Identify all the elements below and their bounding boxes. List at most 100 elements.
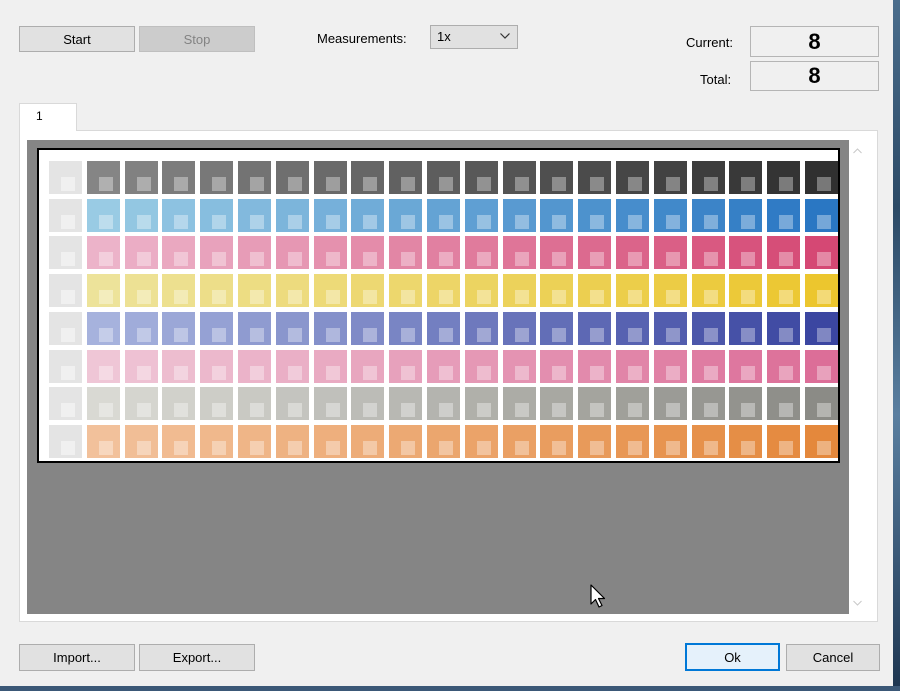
patch-sample <box>704 328 718 342</box>
color-patch <box>616 387 649 420</box>
color-patch <box>805 274 838 307</box>
cancel-button[interactable]: Cancel <box>786 644 880 671</box>
patch-sample <box>515 441 529 455</box>
color-patch <box>654 387 687 420</box>
color-patch <box>200 387 233 420</box>
color-patch <box>87 161 120 194</box>
patch-sample <box>439 328 453 342</box>
color-patch <box>162 161 195 194</box>
color-patch <box>200 161 233 194</box>
patch-sample <box>817 366 831 380</box>
measurements-value: 1x <box>437 29 451 44</box>
patch-sample <box>363 328 377 342</box>
patch-sample <box>401 215 415 229</box>
color-patch <box>351 161 384 194</box>
color-patch <box>805 161 838 194</box>
color-patch <box>200 274 233 307</box>
patch-sample <box>99 403 113 417</box>
patch-sample <box>704 215 718 229</box>
patch-sample <box>212 290 226 304</box>
color-patch <box>692 312 725 345</box>
patch-sample <box>439 215 453 229</box>
patch-sample <box>817 252 831 266</box>
color-patch <box>49 161 82 194</box>
color-patch <box>503 199 536 232</box>
measurements-select[interactable]: 1x <box>430 25 518 49</box>
patch-sample <box>439 403 453 417</box>
patch-sample <box>326 252 340 266</box>
color-patch <box>238 312 271 345</box>
color-patch <box>427 350 460 383</box>
color-patch <box>654 161 687 194</box>
color-patch <box>540 274 573 307</box>
patch-sample <box>326 366 340 380</box>
color-patch <box>578 236 611 269</box>
color-patch <box>238 274 271 307</box>
color-patch <box>465 312 498 345</box>
color-patch <box>276 312 309 345</box>
stop-button[interactable]: Stop <box>139 26 255 52</box>
patch-sample <box>363 441 377 455</box>
patch-sample <box>401 366 415 380</box>
color-patch <box>729 161 762 194</box>
color-patch <box>767 425 800 458</box>
patch-sample <box>99 441 113 455</box>
patch-sample <box>704 252 718 266</box>
patch-sample <box>817 441 831 455</box>
patch-sample <box>515 177 529 191</box>
patch-sample <box>137 290 151 304</box>
patch-sample <box>515 215 529 229</box>
color-patch <box>125 387 158 420</box>
tab-1[interactable]: 1 <box>19 103 77 131</box>
color-patch <box>162 236 195 269</box>
scroll-up-icon[interactable] <box>853 148 862 154</box>
patch-sample <box>401 403 415 417</box>
color-patch <box>125 199 158 232</box>
color-patch <box>503 387 536 420</box>
patch-sample <box>628 177 642 191</box>
color-patch <box>465 161 498 194</box>
patch-sample <box>401 328 415 342</box>
patch-sample <box>288 215 302 229</box>
color-patch <box>654 425 687 458</box>
color-patch <box>276 274 309 307</box>
color-patch <box>540 199 573 232</box>
color-patch <box>351 387 384 420</box>
color-patch <box>540 312 573 345</box>
color-patch <box>540 350 573 383</box>
color-patch <box>351 425 384 458</box>
measurement-dialog: Start Stop Measurements: 1x Current: 8 T… <box>0 0 893 686</box>
color-patch <box>49 425 82 458</box>
scroll-down-icon[interactable] <box>853 600 862 606</box>
color-patch <box>389 425 422 458</box>
start-button[interactable]: Start <box>19 26 135 52</box>
color-patch <box>692 350 725 383</box>
color-patch <box>616 312 649 345</box>
patch-sample <box>174 252 188 266</box>
patch-sample <box>741 290 755 304</box>
patch-sample <box>137 252 151 266</box>
export-button[interactable]: Export... <box>139 644 255 671</box>
color-patch <box>87 312 120 345</box>
import-button[interactable]: Import... <box>19 644 135 671</box>
patch-sample <box>590 328 604 342</box>
patch-sample <box>515 403 529 417</box>
color-patch <box>200 350 233 383</box>
color-patch <box>805 312 838 345</box>
color-patch <box>351 312 384 345</box>
ok-button[interactable]: Ok <box>685 643 780 671</box>
color-patch <box>729 312 762 345</box>
patch-sample <box>439 290 453 304</box>
color-patch <box>314 236 347 269</box>
color-patch <box>692 274 725 307</box>
color-patch <box>729 236 762 269</box>
color-patch <box>729 350 762 383</box>
color-patch <box>125 312 158 345</box>
color-patch <box>465 425 498 458</box>
color-patch <box>805 387 838 420</box>
vertical-scrollbar[interactable] <box>849 140 866 614</box>
color-patch <box>578 274 611 307</box>
patch-sample <box>61 366 75 380</box>
color-patch <box>238 236 271 269</box>
color-patch <box>238 387 271 420</box>
